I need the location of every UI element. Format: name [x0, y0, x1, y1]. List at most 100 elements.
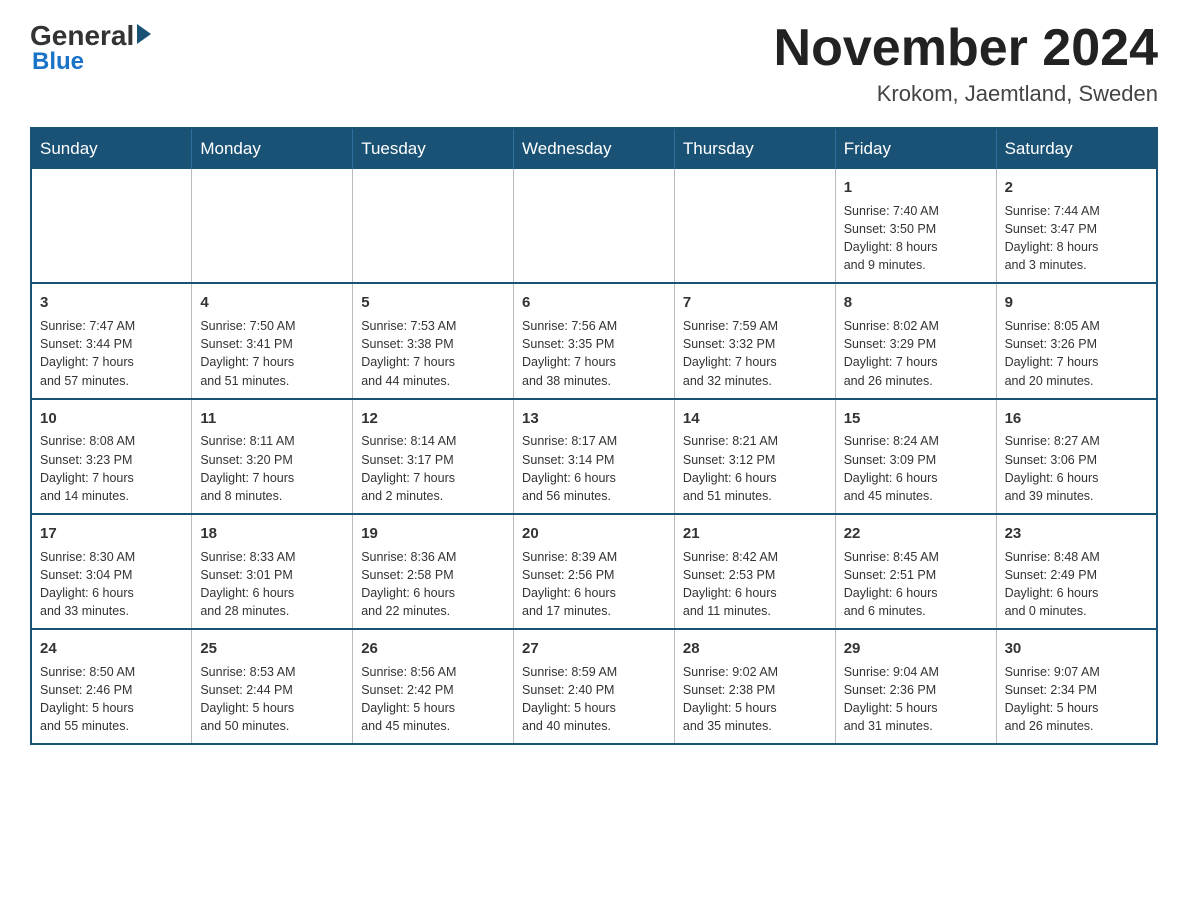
- calendar-header-wednesday: Wednesday: [514, 128, 675, 169]
- calendar-cell: 25Sunrise: 8:53 AM Sunset: 2:44 PM Dayli…: [192, 629, 353, 744]
- day-info: Sunrise: 9:04 AM Sunset: 2:36 PM Dayligh…: [844, 663, 988, 736]
- day-info: Sunrise: 7:47 AM Sunset: 3:44 PM Dayligh…: [40, 317, 183, 390]
- day-number: 16: [1005, 408, 1148, 430]
- calendar-header-row: SundayMondayTuesdayWednesdayThursdayFrid…: [31, 128, 1157, 169]
- day-number: 14: [683, 408, 827, 430]
- day-number: 17: [40, 523, 183, 545]
- day-info: Sunrise: 8:36 AM Sunset: 2:58 PM Dayligh…: [361, 548, 505, 621]
- day-number: 12: [361, 408, 505, 430]
- day-info: Sunrise: 8:50 AM Sunset: 2:46 PM Dayligh…: [40, 663, 183, 736]
- day-number: 2: [1005, 177, 1148, 199]
- calendar-cell: 8Sunrise: 8:02 AM Sunset: 3:29 PM Daylig…: [835, 283, 996, 398]
- calendar-cell: 3 Sunrise: 7:47 AM Sunset: 3:44 PM Daylig…: [31, 283, 192, 398]
- day-number: 24: [40, 638, 183, 660]
- day-info: Sunrise: 8:48 AM Sunset: 2:49 PM Dayligh…: [1005, 548, 1148, 621]
- calendar-cell: 23 Sunrise: 8:48 AM Sunset: 2:49 PM Dayli…: [996, 514, 1157, 629]
- day-info: Sunrise: 8:24 AM Sunset: 3:09 PM Dayligh…: [844, 432, 988, 505]
- day-info: Sunrise: 8:30 AM Sunset: 3:04 PM Dayligh…: [40, 548, 183, 621]
- calendar-cell: 28 Sunrise: 9:02 AM Sunset: 2:38 PM Dayli…: [674, 629, 835, 744]
- page-header: General Blue November 2024 Krokom, Jaemt…: [30, 20, 1158, 107]
- day-number: 11: [200, 408, 344, 430]
- calendar-cell: 30Sunrise: 9:07 AM Sunset: 2:34 PM Dayli…: [996, 629, 1157, 744]
- calendar-week-row: 10Sunrise: 8:08 AM Sunset: 3:23 PM Dayli…: [31, 399, 1157, 514]
- day-info: Sunrise: 8:53 AM Sunset: 2:44 PM Dayligh…: [200, 663, 344, 736]
- calendar-cell: [514, 169, 675, 283]
- calendar-week-row: 17 Sunrise: 8:30 AM Sunset: 3:04 PM Dayli…: [31, 514, 1157, 629]
- day-info: Sunrise: 8:17 AM Sunset: 3:14 PM Dayligh…: [522, 432, 666, 505]
- day-info: Sunrise: 8:08 AM Sunset: 3:23 PM Dayligh…: [40, 432, 183, 505]
- calendar-table: SundayMondayTuesdayWednesdayThursdayFrid…: [30, 127, 1158, 745]
- day-info: Sunrise: 7:59 AM Sunset: 3:32 PM Dayligh…: [683, 317, 827, 390]
- calendar-cell: 16Sunrise: 8:27 AM Sunset: 3:06 PM Dayli…: [996, 399, 1157, 514]
- day-info: Sunrise: 8:27 AM Sunset: 3:06 PM Dayligh…: [1005, 432, 1148, 505]
- day-number: 19: [361, 523, 505, 545]
- calendar-cell: 20 Sunrise: 8:39 AM Sunset: 2:56 PM Dayli…: [514, 514, 675, 629]
- calendar-cell: 14Sunrise: 8:21 AM Sunset: 3:12 PM Dayli…: [674, 399, 835, 514]
- calendar-cell: 6Sunrise: 7:56 AM Sunset: 3:35 PM Daylig…: [514, 283, 675, 398]
- day-number: 1: [844, 177, 988, 199]
- day-number: 20: [522, 523, 666, 545]
- logo-arrow-icon: [137, 24, 151, 44]
- day-number: 21: [683, 523, 827, 545]
- location-title: Krokom, Jaemtland, Sweden: [774, 81, 1158, 107]
- calendar-header-saturday: Saturday: [996, 128, 1157, 169]
- day-info: Sunrise: 7:53 AM Sunset: 3:38 PM Dayligh…: [361, 317, 505, 390]
- day-info: Sunrise: 8:33 AM Sunset: 3:01 PM Dayligh…: [200, 548, 344, 621]
- calendar-cell: 17 Sunrise: 8:30 AM Sunset: 3:04 PM Dayli…: [31, 514, 192, 629]
- day-number: 13: [522, 408, 666, 430]
- day-number: 15: [844, 408, 988, 430]
- calendar-cell: 11Sunrise: 8:11 AM Sunset: 3:20 PM Dayli…: [192, 399, 353, 514]
- day-info: Sunrise: 7:44 AM Sunset: 3:47 PM Dayligh…: [1005, 202, 1148, 275]
- calendar-cell: 10Sunrise: 8:08 AM Sunset: 3:23 PM Dayli…: [31, 399, 192, 514]
- day-info: Sunrise: 8:21 AM Sunset: 3:12 PM Dayligh…: [683, 432, 827, 505]
- logo: General Blue: [30, 20, 151, 76]
- calendar-cell: 13Sunrise: 8:17 AM Sunset: 3:14 PM Dayli…: [514, 399, 675, 514]
- calendar-cell: [192, 169, 353, 283]
- day-info: Sunrise: 8:11 AM Sunset: 3:20 PM Dayligh…: [200, 432, 344, 505]
- calendar-cell: 12Sunrise: 8:14 AM Sunset: 3:17 PM Dayli…: [353, 399, 514, 514]
- day-number: 26: [361, 638, 505, 660]
- calendar-cell: 7 Sunrise: 7:59 AM Sunset: 3:32 PM Daylig…: [674, 283, 835, 398]
- logo-blue-text: Blue: [30, 48, 84, 76]
- day-info: Sunrise: 7:50 AM Sunset: 3:41 PM Dayligh…: [200, 317, 344, 390]
- day-info: Sunrise: 9:02 AM Sunset: 2:38 PM Dayligh…: [683, 663, 827, 736]
- day-number: 5: [361, 292, 505, 314]
- day-number: 9: [1005, 292, 1148, 314]
- day-info: Sunrise: 8:05 AM Sunset: 3:26 PM Dayligh…: [1005, 317, 1148, 390]
- day-info: Sunrise: 8:39 AM Sunset: 2:56 PM Dayligh…: [522, 548, 666, 621]
- day-number: 23: [1005, 523, 1148, 545]
- calendar-cell: 19 Sunrise: 8:36 AM Sunset: 2:58 PM Dayli…: [353, 514, 514, 629]
- day-number: 28: [683, 638, 827, 660]
- calendar-header-monday: Monday: [192, 128, 353, 169]
- calendar-cell: 29Sunrise: 9:04 AM Sunset: 2:36 PM Dayli…: [835, 629, 996, 744]
- calendar-cell: 9 Sunrise: 8:05 AM Sunset: 3:26 PM Daylig…: [996, 283, 1157, 398]
- calendar-cell: [674, 169, 835, 283]
- day-info: Sunrise: 7:56 AM Sunset: 3:35 PM Dayligh…: [522, 317, 666, 390]
- calendar-cell: 4 Sunrise: 7:50 AM Sunset: 3:41 PM Daylig…: [192, 283, 353, 398]
- calendar-header-tuesday: Tuesday: [353, 128, 514, 169]
- day-info: Sunrise: 8:42 AM Sunset: 2:53 PM Dayligh…: [683, 548, 827, 621]
- day-number: 7: [683, 292, 827, 314]
- calendar-cell: 24 Sunrise: 8:50 AM Sunset: 2:46 PM Dayli…: [31, 629, 192, 744]
- calendar-cell: 21 Sunrise: 8:42 AM Sunset: 2:53 PM Dayli…: [674, 514, 835, 629]
- day-number: 22: [844, 523, 988, 545]
- calendar-cell: 2 Sunrise: 7:44 AM Sunset: 3:47 PM Daylig…: [996, 169, 1157, 283]
- day-number: 30: [1005, 638, 1148, 660]
- calendar-cell: 27 Sunrise: 8:59 AM Sunset: 2:40 PM Dayli…: [514, 629, 675, 744]
- calendar-cell: 1 Sunrise: 7:40 AM Sunset: 3:50 PM Daylig…: [835, 169, 996, 283]
- calendar-cell: 22 Sunrise: 8:45 AM Sunset: 2:51 PM Dayli…: [835, 514, 996, 629]
- day-info: Sunrise: 8:59 AM Sunset: 2:40 PM Dayligh…: [522, 663, 666, 736]
- day-info: Sunrise: 8:02 AM Sunset: 3:29 PM Dayligh…: [844, 317, 988, 390]
- calendar-week-row: 3 Sunrise: 7:47 AM Sunset: 3:44 PM Daylig…: [31, 283, 1157, 398]
- day-info: Sunrise: 7:40 AM Sunset: 3:50 PM Dayligh…: [844, 202, 988, 275]
- day-number: 3: [40, 292, 183, 314]
- day-number: 4: [200, 292, 344, 314]
- day-info: Sunrise: 8:56 AM Sunset: 2:42 PM Dayligh…: [361, 663, 505, 736]
- calendar-week-row: 24 Sunrise: 8:50 AM Sunset: 2:46 PM Dayli…: [31, 629, 1157, 744]
- day-info: Sunrise: 8:45 AM Sunset: 2:51 PM Dayligh…: [844, 548, 988, 621]
- calendar-header-sunday: Sunday: [31, 128, 192, 169]
- calendar-cell: 15Sunrise: 8:24 AM Sunset: 3:09 PM Dayli…: [835, 399, 996, 514]
- day-number: 27: [522, 638, 666, 660]
- month-title: November 2024: [774, 20, 1158, 77]
- calendar-header-thursday: Thursday: [674, 128, 835, 169]
